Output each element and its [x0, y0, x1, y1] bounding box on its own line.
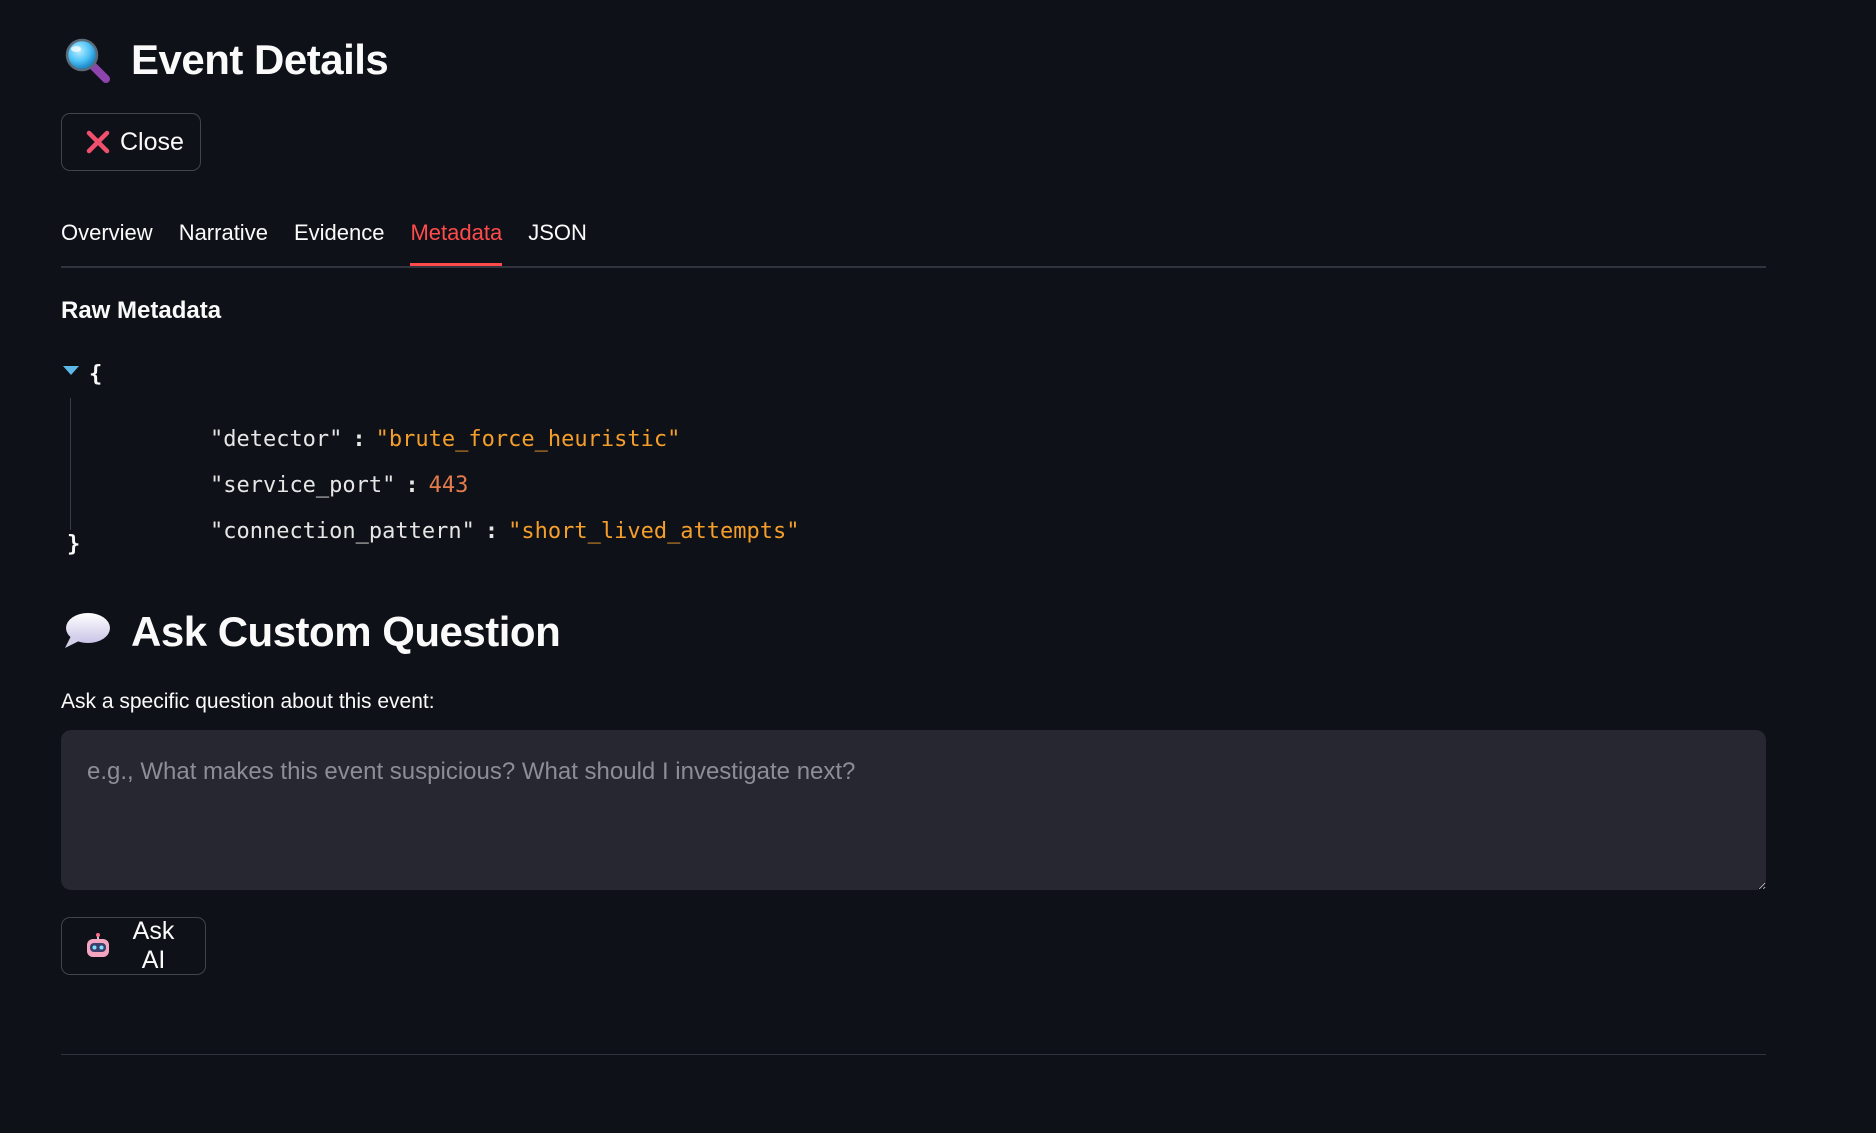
robot-icon	[84, 932, 112, 960]
tab-evidence[interactable]: Evidence	[294, 210, 385, 264]
tab-narrative[interactable]: Narrative	[179, 210, 268, 264]
json-entry-connection-pattern: "connection_pattern": "short_lived_attemp…	[104, 494, 800, 569]
raw-metadata-heading: Raw Metadata	[61, 297, 222, 324]
page-title-text: Event Details	[131, 36, 389, 83]
tab-overview[interactable]: Overview	[61, 210, 153, 264]
json-key: "connection_pattern"	[209, 519, 475, 544]
event-details-page: Event Details Close Overview Narrative E…	[0, 0, 1876, 1133]
cross-mark-icon	[84, 128, 112, 156]
close-button-label: Close	[120, 127, 184, 156]
question-textarea[interactable]	[61, 730, 1766, 890]
json-indent-guide	[70, 398, 71, 530]
tab-metadata[interactable]: Metadata	[410, 210, 502, 266]
json-colon: :	[484, 519, 499, 544]
collapse-triangle-icon[interactable]	[63, 366, 79, 375]
close-button[interactable]: Close	[61, 113, 201, 171]
tab-json[interactable]: JSON	[528, 210, 587, 264]
ask-question-heading-text: Ask Custom Question	[131, 608, 561, 655]
tab-bar: Overview Narrative Evidence Metadata JSO…	[61, 210, 1766, 268]
json-open-brace: {	[89, 362, 103, 387]
page-title: Event Details	[61, 30, 389, 90]
ask-ai-button-label: Ask AI	[132, 917, 175, 974]
json-close-brace: }	[67, 532, 81, 557]
speech-bubble-icon	[61, 606, 113, 658]
question-label: Ask a specific question about this event…	[61, 690, 435, 713]
ask-ai-button[interactable]: Ask AI	[61, 917, 206, 975]
section-divider	[61, 1054, 1766, 1055]
ask-question-heading: Ask Custom Question	[61, 602, 561, 662]
magnifying-glass-icon	[61, 34, 113, 86]
json-value: "short_lived_attempts"	[508, 519, 800, 544]
